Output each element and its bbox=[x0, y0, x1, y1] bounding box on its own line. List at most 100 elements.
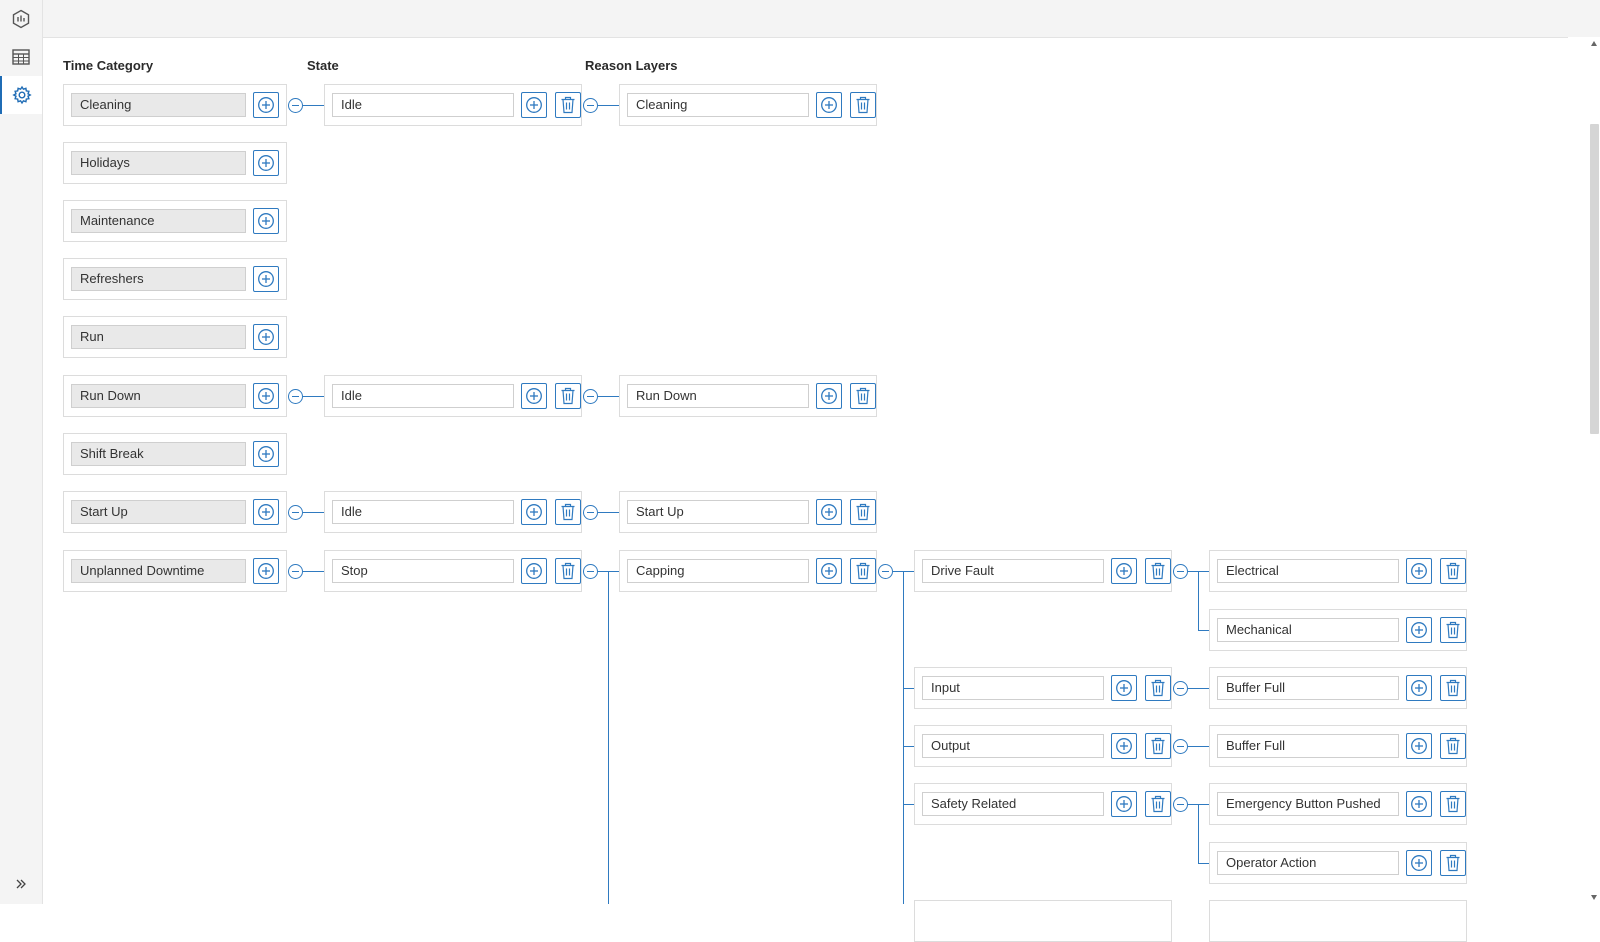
reason-layer-3-delete-button[interactable] bbox=[1440, 850, 1466, 876]
time-category-add-button[interactable] bbox=[253, 383, 279, 409]
time-category-collapse-icon[interactable] bbox=[288, 389, 303, 404]
reason-layer-2-field[interactable]: Safety Related bbox=[922, 792, 1104, 816]
add-circle-icon bbox=[258, 155, 274, 171]
reason-layer-1-collapse-icon[interactable] bbox=[878, 564, 893, 579]
reason-layer-2-field[interactable]: Input bbox=[922, 676, 1104, 700]
state-field[interactable]: Idle bbox=[332, 93, 514, 117]
time-category-add-button[interactable] bbox=[253, 558, 279, 584]
reason-layer-2-field[interactable]: Drive Fault bbox=[922, 559, 1104, 583]
time-category-add-button[interactable] bbox=[253, 266, 279, 292]
reason-layer-2-add-button[interactable] bbox=[1111, 675, 1137, 701]
reason-layer-2-delete-button[interactable] bbox=[1145, 733, 1171, 759]
state-add-button[interactable] bbox=[521, 383, 547, 409]
add-circle-icon bbox=[258, 97, 274, 113]
nav-table[interactable] bbox=[0, 38, 42, 76]
state-delete-button[interactable] bbox=[555, 499, 581, 525]
state-field[interactable]: Stop bbox=[332, 559, 514, 583]
time-category-collapse-icon[interactable] bbox=[288, 98, 303, 113]
reason-layer-3-delete-button[interactable] bbox=[1440, 791, 1466, 817]
reason-layer-3-add-button[interactable] bbox=[1406, 617, 1432, 643]
expand-sidebar-button[interactable] bbox=[0, 872, 42, 896]
reason-layer-1-delete-button[interactable] bbox=[850, 499, 876, 525]
time-category-field[interactable]: Holidays bbox=[71, 151, 246, 175]
time-category-add-button[interactable] bbox=[253, 208, 279, 234]
time-category-collapse-icon[interactable] bbox=[288, 505, 303, 520]
state-delete-button[interactable] bbox=[555, 558, 581, 584]
reason-layer-3-field[interactable]: Mechanical bbox=[1217, 618, 1399, 642]
scroll-down-icon[interactable] bbox=[1591, 895, 1597, 900]
reason-layer-3-field[interactable]: Operator Action bbox=[1217, 851, 1399, 875]
reason-layer-2-collapse-icon[interactable] bbox=[1173, 797, 1188, 812]
time-category-add-button[interactable] bbox=[253, 324, 279, 350]
reason-layer-2-add-button[interactable] bbox=[1111, 791, 1137, 817]
reason-layer-3-delete-button[interactable] bbox=[1440, 675, 1466, 701]
reason-layer-1-delete-button[interactable] bbox=[850, 558, 876, 584]
state-add-button[interactable] bbox=[521, 558, 547, 584]
reason-layer-1-field[interactable]: Capping bbox=[627, 559, 809, 583]
reason-layer-3-add-button[interactable] bbox=[1406, 675, 1432, 701]
state-add-button[interactable] bbox=[521, 92, 547, 118]
state-collapse-icon[interactable] bbox=[583, 564, 598, 579]
reason-layer-3-add-button[interactable] bbox=[1406, 850, 1432, 876]
time-category-field[interactable]: Unplanned Downtime bbox=[71, 559, 246, 583]
nav-settings[interactable] bbox=[0, 76, 42, 114]
scroll-up-icon[interactable] bbox=[1591, 41, 1597, 46]
time-category-field[interactable]: Maintenance bbox=[71, 209, 246, 233]
reason-layer-2-collapse-icon[interactable] bbox=[1173, 739, 1188, 754]
reason-layer-3-add-button[interactable] bbox=[1406, 791, 1432, 817]
reason-layer-3-field[interactable]: Buffer Full bbox=[1217, 734, 1399, 758]
reason-layer-3-delete-button[interactable] bbox=[1440, 558, 1466, 584]
state-collapse-icon[interactable] bbox=[583, 505, 598, 520]
reason-layer-1-delete-button[interactable] bbox=[850, 92, 876, 118]
reason-layer-1-add-button[interactable] bbox=[816, 92, 842, 118]
state-delete-button[interactable] bbox=[555, 383, 581, 409]
time-category-field[interactable]: Shift Break bbox=[71, 442, 246, 466]
reason-layer-2-delete-button[interactable] bbox=[1145, 675, 1171, 701]
reason-layer-3-field[interactable]: Buffer Full bbox=[1217, 676, 1399, 700]
state-delete-button[interactable] bbox=[555, 92, 581, 118]
add-circle-icon bbox=[258, 388, 274, 404]
reason-layer-2-delete-button[interactable] bbox=[1145, 558, 1171, 584]
reason-layer-2-field[interactable]: Output bbox=[922, 734, 1104, 758]
reason-layer-2-add-button[interactable] bbox=[1111, 558, 1137, 584]
state-field[interactable]: Idle bbox=[332, 500, 514, 524]
vertical-scrollbar[interactable] bbox=[1568, 37, 1600, 904]
reason-layer-2-collapse-icon[interactable] bbox=[1173, 681, 1188, 696]
time-category-field[interactable]: Cleaning bbox=[71, 93, 246, 117]
time-category-field[interactable]: Run Down bbox=[71, 384, 246, 408]
reason-layer-3-delete-button[interactable] bbox=[1440, 617, 1466, 643]
trash-icon bbox=[1446, 679, 1460, 697]
time-category-field[interactable]: Refreshers bbox=[71, 267, 246, 291]
reason-layer-3-field[interactable]: Emergency Button Pushed bbox=[1217, 792, 1399, 816]
state-add-button[interactable] bbox=[521, 499, 547, 525]
reason-layer-1-add-button[interactable] bbox=[816, 499, 842, 525]
trash-icon bbox=[1446, 621, 1460, 639]
state-field[interactable]: Idle bbox=[332, 384, 514, 408]
trash-icon bbox=[1446, 854, 1460, 872]
reason-layer-1-field[interactable]: Run Down bbox=[627, 384, 809, 408]
time-category-add-button[interactable] bbox=[253, 441, 279, 467]
connector-line bbox=[598, 396, 620, 398]
time-category-add-button[interactable] bbox=[253, 499, 279, 525]
state-collapse-icon[interactable] bbox=[583, 389, 598, 404]
reason-layer-2-add-button[interactable] bbox=[1111, 733, 1137, 759]
time-category-collapse-icon[interactable] bbox=[288, 564, 303, 579]
scrollbar-thumb[interactable] bbox=[1590, 124, 1599, 434]
reason-layer-1-delete-button[interactable] bbox=[850, 383, 876, 409]
reason-layer-3-delete-button[interactable] bbox=[1440, 733, 1466, 759]
reason-layer-1-add-button[interactable] bbox=[816, 383, 842, 409]
nav-dashboard[interactable] bbox=[0, 0, 42, 38]
reason-layer-3-field[interactable]: Electrical bbox=[1217, 559, 1399, 583]
reason-layer-2-collapse-icon[interactable] bbox=[1173, 564, 1188, 579]
reason-layer-3-add-button[interactable] bbox=[1406, 733, 1432, 759]
state-collapse-icon[interactable] bbox=[583, 98, 598, 113]
reason-layer-1-field[interactable]: Cleaning bbox=[627, 93, 809, 117]
time-category-field[interactable]: Start Up bbox=[71, 500, 246, 524]
time-category-add-button[interactable] bbox=[253, 92, 279, 118]
reason-layer-2-delete-button[interactable] bbox=[1145, 791, 1171, 817]
reason-layer-1-field[interactable]: Start Up bbox=[627, 500, 809, 524]
reason-layer-3-add-button[interactable] bbox=[1406, 558, 1432, 584]
time-category-add-button[interactable] bbox=[253, 150, 279, 176]
reason-layer-1-add-button[interactable] bbox=[816, 558, 842, 584]
time-category-field[interactable]: Run bbox=[71, 325, 246, 349]
